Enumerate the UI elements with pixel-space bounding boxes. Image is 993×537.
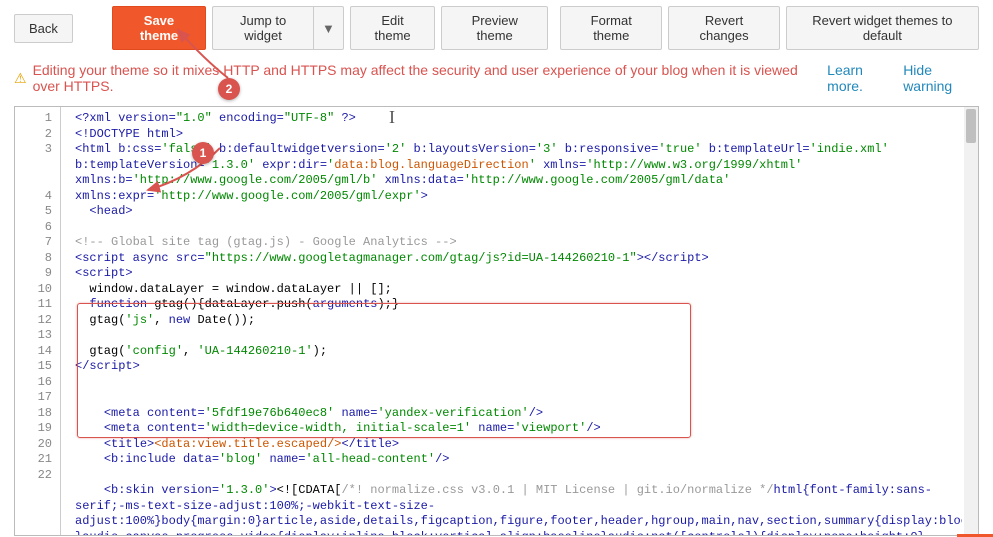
annotation-badge-2: 2	[218, 78, 240, 100]
revert-widget-themes-button[interactable]: Revert widget themes to default	[786, 6, 979, 50]
https-warning: ⚠ Editing your theme so it mixes HTTP an…	[0, 56, 993, 100]
code-content[interactable]: <?xml version="1.0" encoding="UTF-8" ?> …	[61, 107, 962, 535]
save-theme-button[interactable]: Save theme	[112, 6, 207, 50]
annotation-badge-1: 1	[192, 142, 214, 164]
code-editor[interactable]: 123 45678910111213141516171819202122 <?x…	[14, 106, 979, 536]
back-button[interactable]: Back	[14, 14, 73, 43]
preview-theme-button[interactable]: Preview theme	[441, 6, 548, 50]
scrollbar-corner	[964, 521, 978, 535]
vertical-scrollbar[interactable]	[964, 107, 978, 535]
vertical-scrollbar-thumb[interactable]	[966, 109, 976, 143]
warning-icon: ⚠	[14, 70, 27, 87]
warning-text: Editing your theme so it mixes HTTP and …	[33, 62, 822, 94]
line-gutter: 123 45678910111213141516171819202122	[15, 107, 61, 535]
jump-to-widget-button[interactable]: Jump to widget	[212, 6, 313, 50]
chevron-down-icon: ▼	[322, 21, 335, 36]
format-theme-button[interactable]: Format theme	[560, 6, 662, 50]
edit-theme-button[interactable]: Edit theme	[350, 6, 436, 50]
learn-more-link[interactable]: Learn more.	[827, 62, 897, 94]
toolbar: Back Save theme Jump to widget ▼ Edit th…	[0, 0, 993, 56]
hide-warning-link[interactable]: Hide warning	[903, 62, 979, 94]
jump-to-widget-group[interactable]: Jump to widget ▼	[212, 6, 344, 50]
jump-to-widget-caret[interactable]: ▼	[313, 6, 344, 50]
revert-changes-button[interactable]: Revert changes	[668, 6, 779, 50]
